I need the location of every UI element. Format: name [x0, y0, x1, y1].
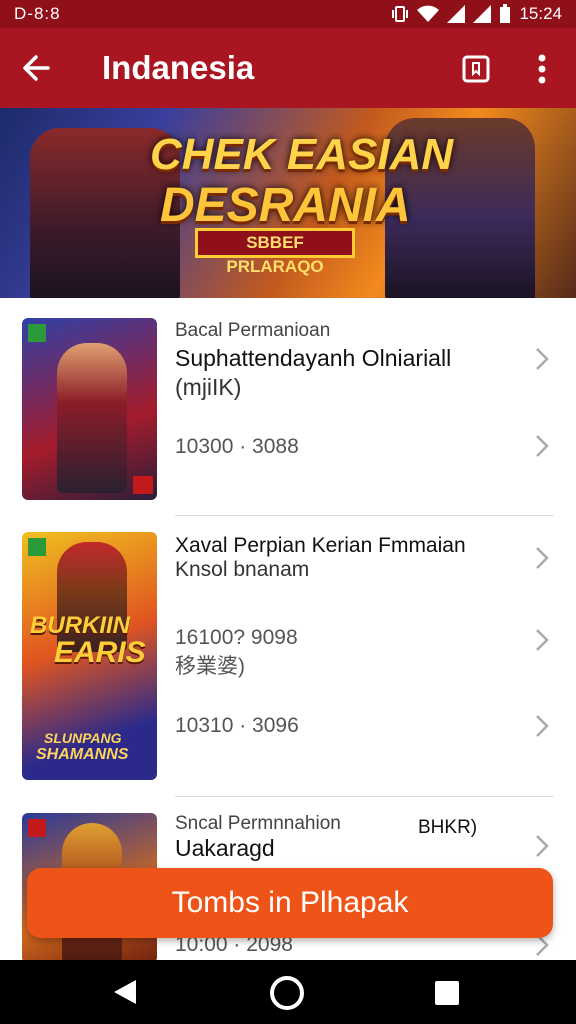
game-thumbnail[interactable]: BURKIIN EARIS SLUNPANG SHAMANNS	[22, 532, 157, 780]
app-bar: Indanesia	[0, 28, 576, 108]
battery-icon	[500, 4, 511, 23]
thumb-title-2: EARIS	[54, 636, 146, 669]
chevron-right-icon[interactable]	[534, 628, 550, 652]
thumb-subtitle-2: SHAMANNS	[36, 746, 129, 763]
item-label: Bacal Permanioan	[175, 320, 331, 341]
chevron-right-icon[interactable]	[534, 714, 550, 738]
status-left-text: D-8:8	[14, 4, 61, 23]
badge-icon	[28, 819, 46, 837]
list-item[interactable]: Bacal Permanioan Suphattendayanh Olniari…	[0, 298, 576, 516]
bookmark-icon[interactable]	[462, 55, 490, 83]
more-vert-icon[interactable]	[530, 52, 554, 86]
item-tag: BHKR)	[418, 817, 478, 838]
item-subtitle: (mjiIK)	[175, 374, 242, 400]
nav-recents-icon[interactable]	[434, 980, 460, 1006]
badge-icon	[28, 324, 46, 342]
banner-title-line1: CHEK EASIAN	[150, 130, 454, 179]
status-time: 15:24	[519, 4, 562, 23]
nav-back-icon[interactable]	[112, 978, 138, 1006]
wifi-icon	[417, 5, 440, 22]
item-label: Sncal Permnnahion	[175, 813, 341, 834]
item-meta: 10300 · 3088	[175, 435, 299, 458]
promo-banner[interactable]: CHEK EASIAN DESRANIA SBBEF PRLARAQO	[0, 108, 576, 298]
item-label: Xaval Perpian Kerian Fmmaian	[175, 534, 466, 557]
chevron-right-icon[interactable]	[534, 434, 550, 458]
item-subtitle: Knsol bnanam	[175, 558, 310, 581]
signal-icon	[447, 5, 466, 23]
item-title: Uakaragd	[175, 835, 275, 861]
chevron-right-icon[interactable]	[534, 546, 550, 570]
chevron-right-icon[interactable]	[534, 834, 550, 858]
status-bar: D-8:8 15:24	[0, 0, 576, 28]
list-item[interactable]: BURKIIN EARIS SLUNPANG SHAMANNS Xaval Pe…	[0, 516, 576, 796]
back-arrow-icon[interactable]	[18, 50, 54, 86]
banner-ribbon: SBBEF PRLARAQO	[195, 228, 355, 276]
chevron-right-icon[interactable]	[534, 347, 550, 371]
item-meta-2: 10310 · 3096	[175, 714, 299, 737]
badge-icon	[28, 538, 46, 556]
vibrate-icon	[392, 6, 409, 22]
nav-home-icon[interactable]	[268, 974, 306, 1012]
badge-icon	[133, 476, 153, 494]
system-nav-bar	[0, 960, 576, 1024]
game-thumbnail[interactable]	[22, 318, 157, 500]
page-title: Indanesia	[102, 49, 255, 86]
thumb-subtitle-1: SLUNPANG	[44, 730, 122, 746]
item-meta-sub: 移業婆)	[175, 655, 245, 678]
item-title: Suphattendayanh Olniariall	[175, 345, 452, 371]
signal-icon-2	[473, 5, 492, 23]
item-meta: 16100? 9098	[175, 626, 298, 649]
hero-figure	[57, 343, 127, 493]
primary-action-button[interactable]: Tombs in Plhapak	[27, 868, 553, 938]
banner-title-line2: DESRANIA	[160, 179, 411, 232]
